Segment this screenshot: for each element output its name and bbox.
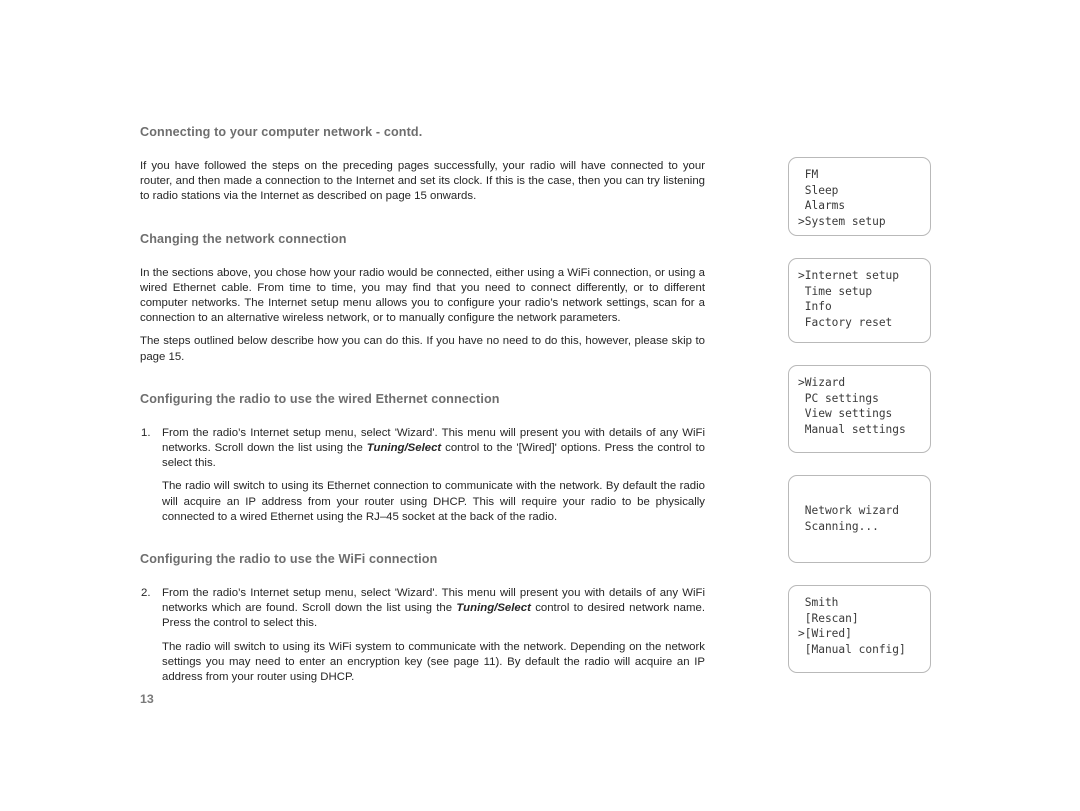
list-marker: 1. xyxy=(141,426,151,439)
lcd-screen-network-wizard-scanning: Network wizard Scanning... xyxy=(788,475,931,563)
lcd-line: [Manual config] xyxy=(798,642,906,656)
text-column: Connecting to your computer network - co… xyxy=(140,124,705,685)
sub-paragraph-wrapper: The radio will switch to using its WiFi … xyxy=(140,640,705,686)
lcd-line-selected: >Wizard xyxy=(798,376,846,389)
paragraph-wired-details: The radio will switch to using its Ether… xyxy=(162,480,705,523)
lcd-line-status: Scanning... xyxy=(798,520,879,533)
list-item-text: From the radio’s Internet setup menu, se… xyxy=(162,586,705,632)
list-item-text: From the radio’s Internet setup menu, se… xyxy=(162,426,705,472)
lcd-line: Sleep xyxy=(798,183,839,197)
lcd-line: Alarms xyxy=(798,199,846,213)
lcd-line: Manual settings xyxy=(798,422,906,436)
lcd-line: Smith xyxy=(798,596,839,609)
paragraph-intro: If you have followed the steps on the pr… xyxy=(140,160,705,203)
lcd-screen-network-list: Smith [Rescan] >[Wired] [Manual config] xyxy=(788,585,931,673)
tuning-select-emphasis: Tuning/Select xyxy=(456,602,531,615)
lcd-line: Factory reset xyxy=(798,315,893,329)
list-item: 1. From the radio’s Internet setup menu,… xyxy=(140,426,705,472)
lcd-screen-system-setup-menu: >Internet setup Time setup Info Factory … xyxy=(788,258,931,343)
lcd-line: View settings xyxy=(798,407,893,421)
tuning-select-emphasis: Tuning/Select xyxy=(366,442,442,455)
list-item: 2. From the radio’s Internet setup menu,… xyxy=(140,586,705,632)
lcd-line: PC settings xyxy=(798,391,879,405)
lcd-line: FM xyxy=(798,168,819,181)
lcd-screen-internet-setup-menu: >Wizard PC settings View settings Manual… xyxy=(788,365,931,453)
section-heading-connecting: Connecting to your computer network - co… xyxy=(140,125,423,139)
lcd-screen-column: FM Sleep Alarms >System setup >Internet … xyxy=(788,157,933,695)
paragraph-changing-network-2: The steps outlined below describe how yo… xyxy=(140,335,705,363)
paragraph-wifi-details: The radio will switch to using its WiFi … xyxy=(162,640,705,684)
lcd-line-selected: >[Wired] xyxy=(798,627,852,641)
sub-paragraph-wrapper: The radio will switch to using its Ether… xyxy=(140,479,705,525)
lcd-line-selected: >System setup xyxy=(798,214,886,228)
lcd-line: [Rescan] xyxy=(798,611,859,625)
page-number: 13 xyxy=(140,692,154,706)
section-heading-wifi: Configuring the radio to use the WiFi co… xyxy=(140,552,438,567)
lcd-screen-main-menu: FM Sleep Alarms >System setup xyxy=(788,157,931,236)
lcd-line-selected: >Internet setup xyxy=(798,269,900,282)
section-heading-wired-ethernet: Configuring the radio to use the wired E… xyxy=(140,391,500,406)
lcd-line: Time setup xyxy=(798,284,873,298)
manual-page: Connecting to your computer network - co… xyxy=(0,0,1080,811)
lcd-line-title: Network wizard xyxy=(798,504,900,518)
paragraph-changing-network-1: In the sections above, you chose how you… xyxy=(140,266,705,325)
list-marker: 2. xyxy=(141,587,151,600)
section-heading-changing-network: Changing the network connection xyxy=(140,231,347,246)
lcd-line: Info xyxy=(798,300,832,314)
